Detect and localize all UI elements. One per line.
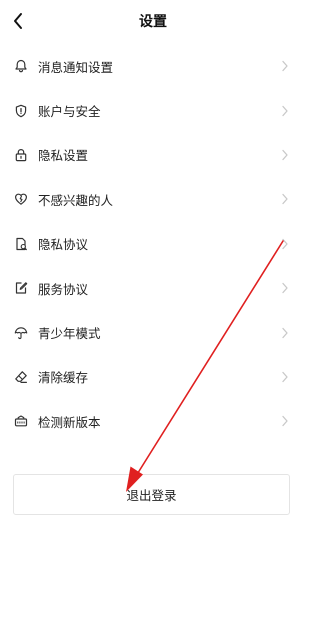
menu-item-notification-settings[interactable]: 消息通知设置 xyxy=(0,44,306,88)
menu-item-service-agreement[interactable]: 服务协议 xyxy=(0,266,306,310)
chevron-right-icon xyxy=(280,193,290,205)
chevron-right-icon xyxy=(280,327,290,339)
menu-item-label: 清除缓存 xyxy=(38,370,89,386)
logout-button-label: 退出登录 xyxy=(126,488,177,503)
settings-menu-list: 消息通知设置 账户与安全 隐私设置 不感兴趣的人 隐私协议 服务协议 青少年模式… xyxy=(0,44,306,444)
menu-item-label: 隐私协议 xyxy=(38,237,89,253)
menu-item-teen-mode[interactable]: 青少年模式 xyxy=(0,310,306,354)
edit-document-icon xyxy=(14,281,28,295)
menu-item-account-security[interactable]: 账户与安全 xyxy=(0,88,306,132)
logout-button[interactable]: 退出登录 xyxy=(13,474,290,515)
menu-item-clear-cache[interactable]: 清除缓存 xyxy=(0,355,306,399)
chevron-right-icon xyxy=(280,371,290,383)
chevron-right-icon xyxy=(280,415,290,427)
menu-item-label: 隐私设置 xyxy=(38,148,89,164)
menu-item-label: 消息通知设置 xyxy=(38,59,114,75)
menu-item-label: 账户与安全 xyxy=(38,104,101,120)
shield-icon xyxy=(14,104,28,118)
menu-item-privacy-settings[interactable]: 隐私设置 xyxy=(0,133,306,177)
menu-item-privacy-agreement[interactable]: 隐私协议 xyxy=(0,222,306,266)
menu-item-label: 不感兴趣的人 xyxy=(38,192,114,208)
settings-page: 设置 消息通知设置 账户与安全 隐私设置 不感兴趣的人 隐私协议 服务协议 青少… xyxy=(0,0,306,638)
menu-item-check-update[interactable]: 检测新版本 xyxy=(0,399,306,443)
update-icon xyxy=(14,414,28,428)
bell-icon xyxy=(14,59,28,73)
menu-item-blocked-users[interactable]: 不感兴趣的人 xyxy=(0,177,306,221)
menu-item-label: 青少年模式 xyxy=(38,326,101,342)
chevron-right-icon xyxy=(280,60,290,72)
chevron-right-icon xyxy=(280,105,290,117)
chevron-right-icon xyxy=(280,238,290,250)
lock-icon xyxy=(14,148,28,162)
eraser-icon xyxy=(14,370,28,384)
chevron-right-icon xyxy=(280,282,290,294)
menu-item-label: 检测新版本 xyxy=(38,414,101,430)
chevron-right-icon xyxy=(280,149,290,161)
heart-block-icon xyxy=(14,192,28,206)
header-bar: 设置 xyxy=(0,0,306,44)
document-icon xyxy=(14,237,28,251)
umbrella-icon xyxy=(14,326,28,340)
menu-item-label: 服务协议 xyxy=(38,281,89,297)
page-title: 设置 xyxy=(139,14,167,30)
